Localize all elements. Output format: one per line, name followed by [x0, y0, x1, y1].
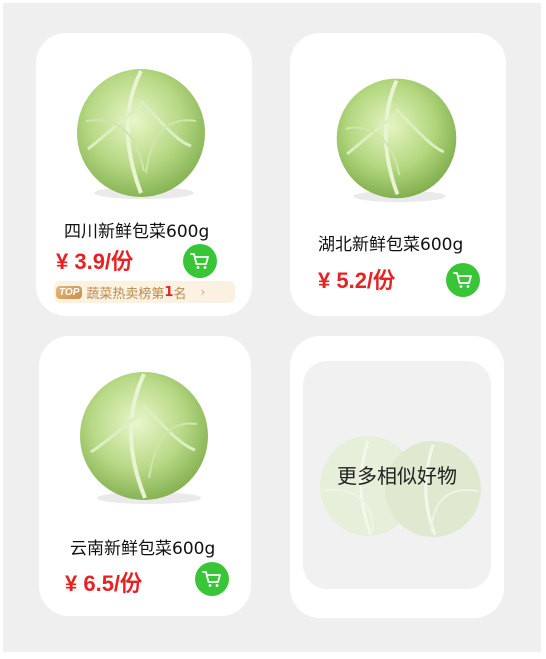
ranking-tag[interactable]: TOP 蔬菜热卖榜第 1 名 ›	[54, 281, 235, 303]
shopping-cart-icon	[202, 571, 221, 587]
product-title: 四川新鲜包菜600g	[64, 222, 210, 242]
cabbage-image	[80, 372, 208, 504]
add-to-cart-button[interactable]	[183, 244, 217, 278]
product-card-yunnan[interactable]: 云南新鲜包菜600g ¥ 6.5/份	[39, 336, 251, 616]
cabbage-image	[77, 69, 205, 199]
ranking-number: 1	[164, 284, 174, 300]
product-price: ¥ 6.5/份	[65, 571, 143, 596]
cabbage-image	[336, 78, 457, 203]
shopping-cart-icon	[453, 272, 472, 288]
more-similar-label: 更多相似好物	[337, 464, 457, 488]
product-card-sichuan[interactable]: 四川新鲜包菜600g ¥ 3.9/份 TOP 蔬菜热卖榜第 1 名 ›	[36, 33, 252, 316]
more-similar-panel[interactable]: 更多相似好物	[303, 361, 491, 589]
product-title: 云南新鲜包菜600g	[70, 539, 216, 559]
product-card-hubei[interactable]: 湖北新鲜包菜600g ¥ 5.2/份	[290, 33, 506, 316]
product-grid: 四川新鲜包菜600g ¥ 3.9/份 TOP 蔬菜热卖榜第 1 名 › 湖北新鲜…	[3, 3, 541, 652]
ranking-suffix: 名	[173, 286, 187, 302]
top-badge: TOP	[56, 285, 83, 299]
product-price: ¥ 5.2/份	[318, 268, 396, 293]
product-title: 湖北新鲜包菜600g	[318, 235, 464, 255]
chevron-right-icon: ›	[200, 285, 206, 299]
ranking-label: 蔬菜热卖榜第	[86, 286, 165, 302]
shopping-cart-icon	[190, 253, 209, 269]
add-to-cart-button[interactable]	[446, 263, 480, 297]
more-similar-card[interactable]: 更多相似好物	[290, 336, 504, 618]
product-price: ¥ 3.9/份	[56, 249, 134, 274]
add-to-cart-button[interactable]	[195, 562, 229, 596]
